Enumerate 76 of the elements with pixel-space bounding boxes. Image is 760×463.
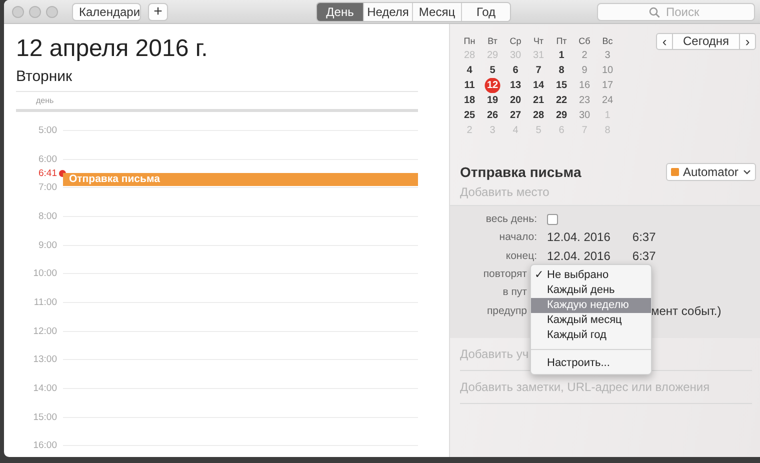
- menu-item[interactable]: Настроить...: [531, 356, 651, 371]
- calendar-day[interactable]: 22: [550, 93, 573, 108]
- calendar-day[interactable]: 29: [550, 108, 573, 123]
- weekday-heading: Пт: [555, 36, 568, 46]
- hour-label: 11:00: [32, 296, 58, 308]
- search-field[interactable]: Поиск: [597, 2, 755, 20]
- calendar-day[interactable]: 8: [550, 63, 573, 78]
- calendar-day[interactable]: 20: [504, 93, 527, 108]
- weekday-heading: Сб: [578, 36, 592, 46]
- field-label: начало:: [498, 231, 537, 244]
- calendar-day[interactable]: 11: [458, 78, 481, 93]
- all-day-checkbox[interactable]: [547, 214, 558, 225]
- hour-label: 10:00: [32, 268, 58, 280]
- calendar-day[interactable]: 4: [458, 63, 481, 78]
- field-label: весь день:: [484, 213, 537, 226]
- date-field[interactable]: 12.04. 2016: [547, 248, 610, 263]
- view-tab[interactable]: Месяц: [412, 2, 461, 20]
- calendar-day[interactable]: 26: [481, 108, 504, 123]
- next-button[interactable]: ›: [739, 33, 756, 50]
- calendar-day[interactable]: 27: [504, 108, 527, 123]
- date-field[interactable]: 12.04. 2016: [547, 230, 610, 244]
- menu-item[interactable]: Каждый день: [531, 283, 651, 298]
- calendar-day[interactable]: 19: [481, 93, 504, 108]
- calendar-day[interactable]: 1: [550, 48, 573, 63]
- previous-button[interactable]: ‹: [656, 33, 673, 50]
- calendar-day[interactable]: 6: [504, 63, 527, 78]
- calendar-day[interactable]: 21: [527, 93, 550, 108]
- time-field[interactable]: 6:37: [632, 230, 656, 244]
- all-day-label: день: [36, 96, 54, 104]
- calendar-day[interactable]: 13: [504, 78, 527, 93]
- calendar-day[interactable]: 14: [527, 78, 550, 93]
- calendar-day[interactable]: 5: [481, 63, 504, 78]
- today-button[interactable]: Сегодня: [673, 33, 739, 50]
- field-label: повторят: [482, 268, 527, 280]
- time-field[interactable]: 6:37: [632, 248, 656, 263]
- menu-item[interactable]: Каждый месяц: [531, 313, 651, 328]
- hour-label: 15:00: [32, 412, 58, 423]
- calendar-popup[interactable]: Automator: [666, 163, 756, 181]
- calendars-button[interactable]: Календари: [72, 2, 141, 20]
- view-tab[interactable]: Год: [461, 2, 510, 20]
- field-label: конец:: [504, 250, 537, 262]
- hour-label: 12:00: [32, 326, 58, 337]
- view-tab[interactable]: Неделя: [363, 2, 412, 20]
- weekday-heading: Ср: [508, 36, 522, 46]
- add-button[interactable]: +: [148, 2, 168, 20]
- close-button[interactable]: [12, 6, 24, 18]
- calendar-day[interactable]: 15: [550, 78, 573, 93]
- menu-item[interactable]: ✓ Не выбрано: [531, 268, 651, 283]
- weekday-heading: Вт: [486, 36, 498, 46]
- weekday-heading: Чт: [532, 36, 545, 46]
- hour-label: 6:00: [38, 154, 58, 165]
- menu-item[interactable]: Каждый год: [531, 328, 651, 343]
- calendar-day[interactable]: 28: [527, 108, 550, 123]
- hour-label: 9:00: [38, 240, 58, 251]
- hour-label: 14:00: [32, 383, 58, 394]
- chevron-down-icon: [743, 169, 751, 175]
- calendar-day[interactable]: 7: [527, 63, 550, 78]
- minimize-button[interactable]: [29, 6, 41, 18]
- weekday-heading: Вс: [601, 36, 614, 46]
- hour-label: 8:00: [38, 210, 58, 222]
- view-tab[interactable]: День: [317, 2, 363, 20]
- field-label: в пут: [502, 286, 527, 298]
- field-label: предупр: [486, 304, 527, 317]
- alert-value[interactable]: мент событ.): [651, 304, 722, 318]
- calendar-day[interactable]: 18: [458, 93, 481, 108]
- hour-label: 13:00: [32, 354, 58, 366]
- weekday-label: Вторник: [16, 68, 74, 86]
- hour-label: 5:00: [38, 124, 58, 136]
- date-title: 12 апреля 2016 г.: [16, 35, 209, 63]
- hour-label: 7:00: [38, 182, 58, 194]
- calendar-day[interactable]: 25: [458, 108, 481, 123]
- hour-label: 16:00: [32, 440, 58, 452]
- event-title: Отправка письма: [460, 164, 582, 180]
- current-time: 6:41: [38, 168, 57, 179]
- weekday-heading: Пн: [462, 36, 476, 46]
- zoom-button[interactable]: [46, 6, 58, 18]
